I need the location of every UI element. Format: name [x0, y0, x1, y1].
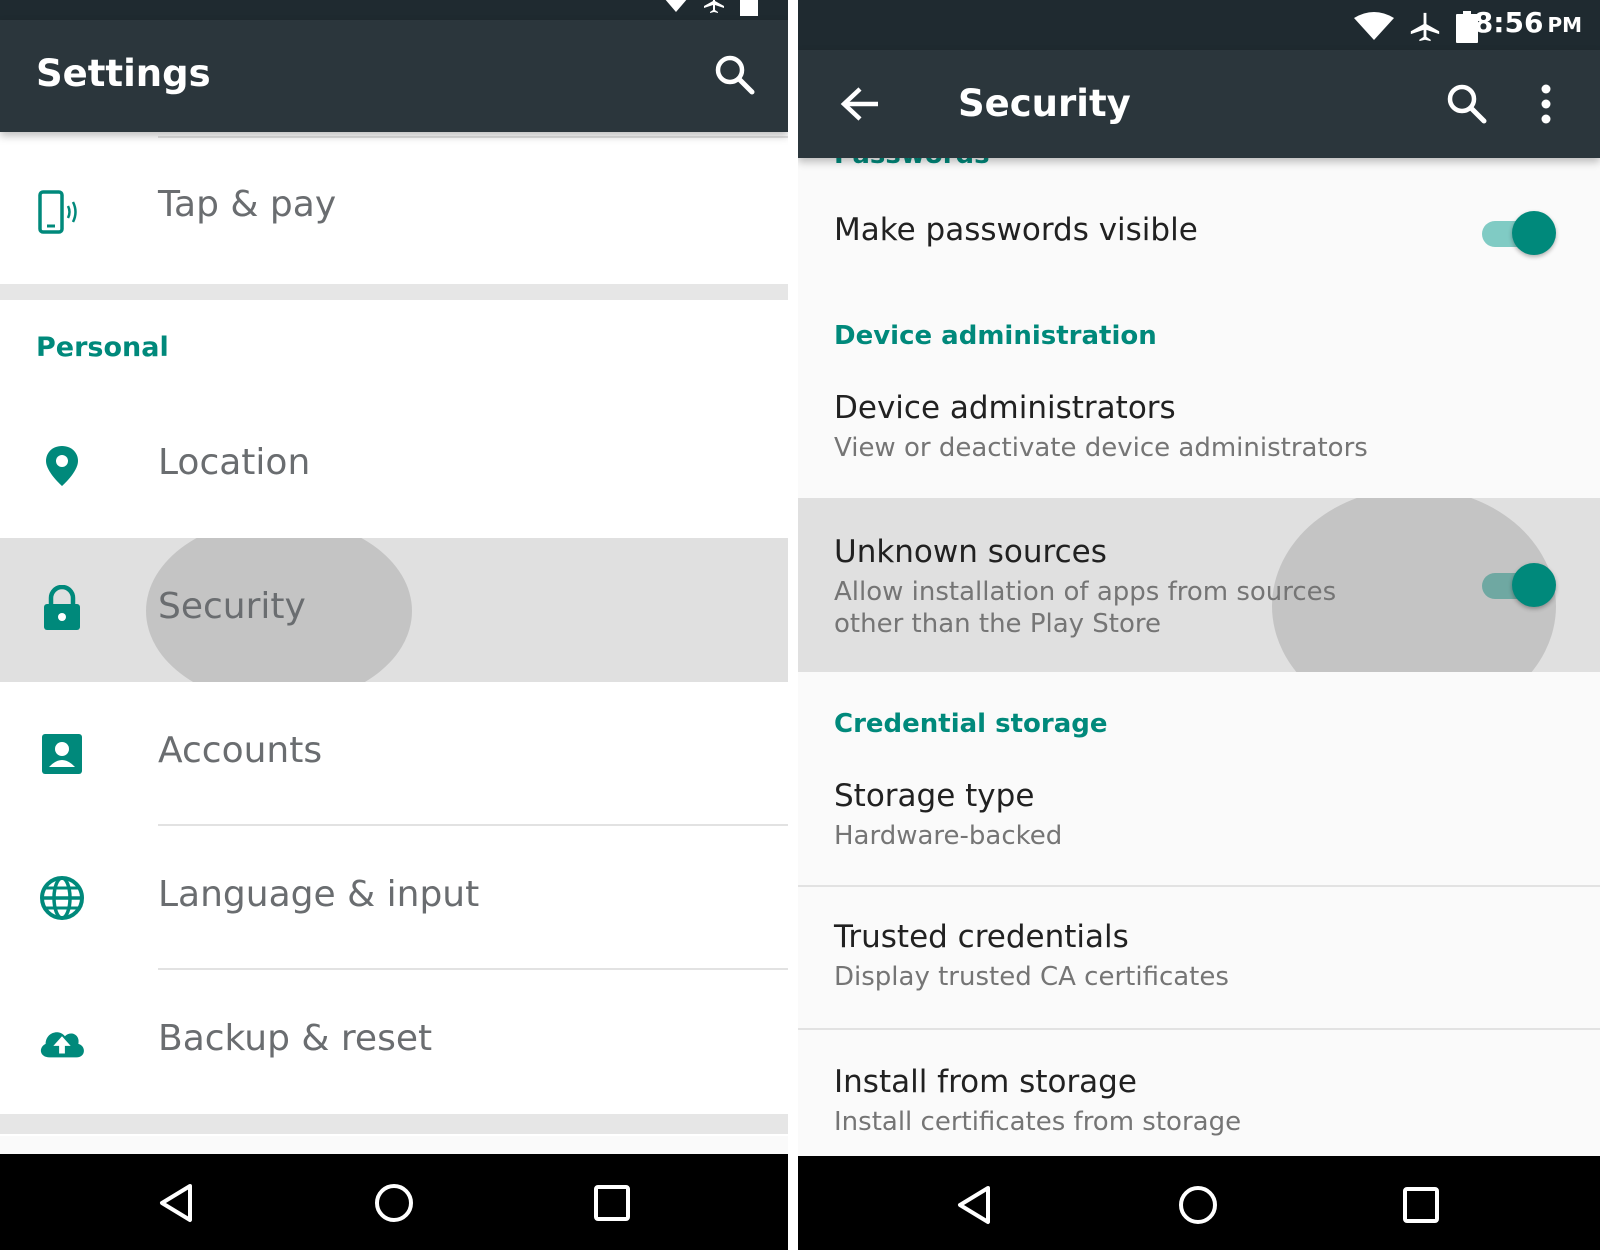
wifi-icon [1354, 12, 1394, 40]
pref-title: Trusted credentials [834, 919, 1129, 955]
screen-separator [788, 0, 798, 1250]
list-item-tap-pay[interactable]: Tap & pay [0, 132, 788, 284]
section-gap [0, 1114, 788, 1134]
list-item-location[interactable]: Location [0, 394, 788, 538]
list-item-label: Security [158, 586, 306, 627]
install-from-storage-row[interactable]: Install from storage Install certificate… [798, 1030, 1600, 1154]
pref-subtitle: Install certificates from storage [834, 1107, 1242, 1137]
list-item-label: Accounts [158, 730, 323, 771]
account-box-icon [36, 728, 88, 780]
pref-title: Install from storage [834, 1064, 1137, 1100]
toolbar-title: Settings [36, 52, 211, 95]
list-item-label: Tap & pay [158, 184, 337, 225]
make-passwords-visible-row[interactable]: Make passwords visible [798, 180, 1600, 300]
status-ampm: PM [1547, 13, 1582, 37]
more-vert-icon[interactable] [1522, 80, 1570, 128]
status-bar: 8:56 PM [798, 0, 1600, 50]
pref-title: Unknown sources [834, 534, 1107, 570]
section-header-device-admin: Device administration [834, 321, 1157, 351]
trusted-credentials-row[interactable]: Trusted credentials Display trusted CA c… [798, 887, 1600, 1027]
cloud-upload-icon [36, 1016, 88, 1068]
search-icon[interactable] [1442, 79, 1490, 127]
airplane-icon [1410, 12, 1440, 42]
pref-subtitle: Display trusted CA certificates [834, 962, 1229, 992]
location-pin-icon [36, 440, 88, 492]
section-gap [0, 284, 788, 300]
security-screen: 8:56PM Security Passwords Make passwords… [798, 0, 1600, 1250]
section-header-credential-storage: Credential storage [834, 709, 1108, 739]
pref-title: Storage type [834, 778, 1035, 814]
switch-thumb [1512, 563, 1556, 607]
divider [158, 136, 788, 138]
unknown-sources-row[interactable]: Unknown sources Allow installation of ap… [798, 498, 1600, 672]
list-item-security[interactable]: Security [0, 538, 788, 682]
device-administrators-row[interactable]: Device administrators View or deactivate… [798, 372, 1600, 498]
battery-icon [740, 0, 758, 16]
wifi-icon [665, 0, 687, 12]
home-nav-icon[interactable] [369, 1178, 419, 1228]
pref-subtitle: Hardware-backed [834, 821, 1063, 851]
navigation-bar [0, 1154, 788, 1250]
lock-icon [36, 582, 88, 634]
pref-title: Device administrators [834, 390, 1176, 426]
list-item-label: Language & input [158, 874, 480, 915]
status-time: 8:56 PM [1474, 6, 1582, 39]
search-icon[interactable] [710, 50, 758, 98]
back-nav-icon[interactable] [950, 1180, 1000, 1230]
section-header-personal: Personal [36, 332, 169, 363]
toolbar-title: Security [958, 82, 1131, 125]
app-toolbar: Security [798, 50, 1600, 158]
list-item-language[interactable]: Language & input [0, 826, 788, 970]
recents-nav-icon[interactable] [587, 1178, 637, 1228]
home-nav-icon[interactable] [1173, 1180, 1223, 1230]
storage-type-row[interactable]: Storage type Hardware-backed [798, 762, 1600, 886]
settings-screen: Settings Tap & pay Personal Location Sec… [0, 0, 788, 1250]
status-time-value: 8:56 [1473, 6, 1544, 39]
status-icons [664, 0, 758, 16]
airplane-icon [704, 0, 724, 13]
list-item-accounts[interactable]: Accounts [0, 682, 788, 826]
app-toolbar: Settings [0, 20, 788, 132]
pref-subtitle: Allow installation of apps from sources … [834, 577, 1337, 639]
recents-nav-icon[interactable] [1396, 1180, 1446, 1230]
navigation-bar [798, 1156, 1600, 1250]
list-item-label: Backup & reset [158, 1018, 433, 1059]
unknown-sources-switch[interactable] [1480, 563, 1556, 607]
pref-title: Make passwords visible [834, 212, 1198, 248]
status-bar [0, 0, 788, 20]
phone-nfc-icon [36, 186, 88, 238]
pref-subtitle: View or deactivate device administrators [834, 433, 1368, 463]
status-icons [1354, 10, 1478, 44]
list-item-label: Location [158, 442, 311, 483]
make-passwords-visible-switch[interactable] [1480, 211, 1556, 255]
list-item-backup[interactable]: Backup & reset [0, 970, 788, 1114]
switch-thumb [1512, 211, 1556, 255]
back-arrow-icon[interactable] [836, 80, 884, 128]
back-nav-icon[interactable] [152, 1178, 202, 1228]
globe-icon [36, 872, 88, 924]
